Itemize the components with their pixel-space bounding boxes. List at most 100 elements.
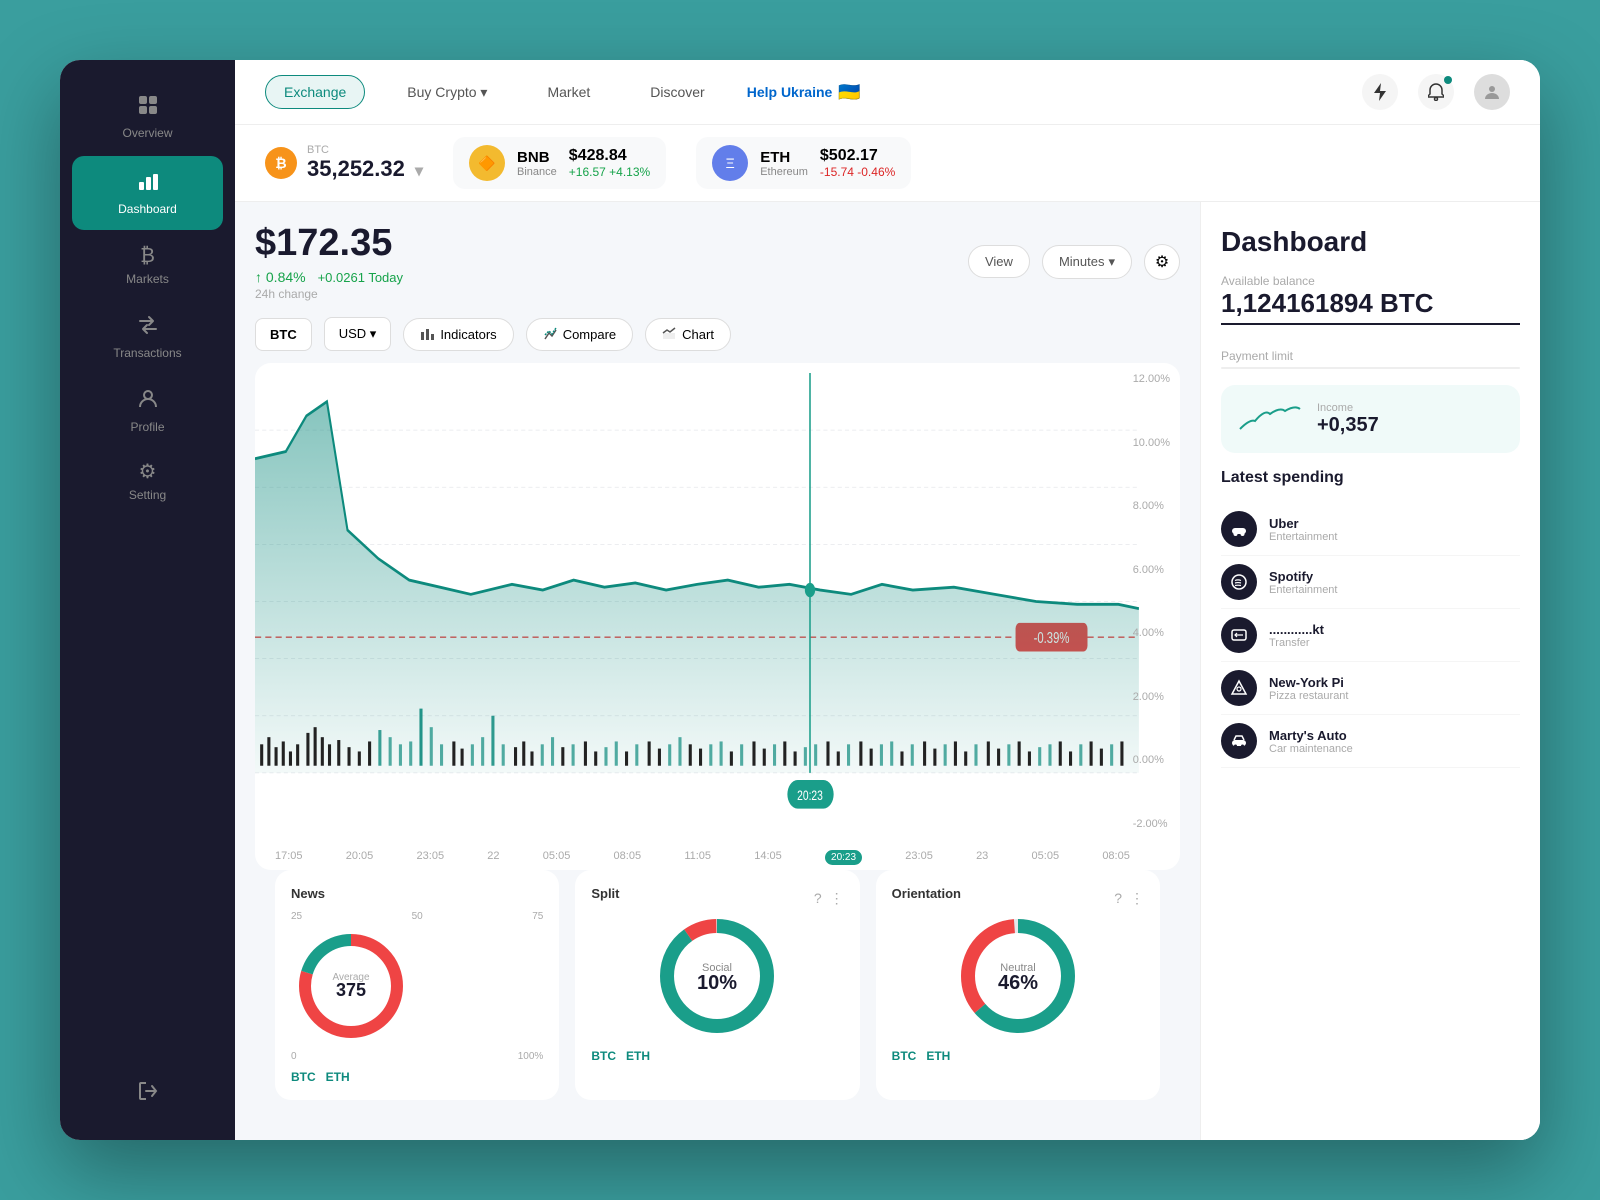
split-legend: BTC ETH <box>591 1049 843 1063</box>
transactions-icon <box>137 314 159 340</box>
uber-category: Entertainment <box>1269 531 1337 543</box>
sidebar-item-markets[interactable]: ₿ Markets <box>60 232 235 300</box>
chart-svg: -0.39% <box>255 373 1180 830</box>
notification-button[interactable] <box>1418 74 1454 110</box>
bnb-sub: Binance <box>517 166 557 178</box>
currency-select[interactable]: USD ▾ <box>324 317 392 351</box>
change-pct: ↑ 0.84% <box>255 269 306 285</box>
sidebar-label-markets: Markets <box>126 272 169 286</box>
sidebar-label-overview: Overview <box>122 126 172 140</box>
split-title: Split <box>591 886 619 901</box>
chart-canvas: 12.00% 10.00% 8.00% 6.00% 4.00% 2.00% 0.… <box>255 363 1180 870</box>
orientation-legend: BTC ETH <box>892 1049 1144 1063</box>
bnb-logo: 🔶 <box>469 145 505 181</box>
spending-list: Uber Entertainment Spotify <box>1221 503 1520 768</box>
split-menu-button[interactable]: ⋮ <box>830 890 844 907</box>
split-info-button[interactable]: ? <box>814 890 822 907</box>
sidebar-item-setting[interactable]: ⚙ Setting <box>60 448 235 516</box>
svg-text:46%: 46% <box>998 972 1038 994</box>
nav-tab-exchange[interactable]: Exchange <box>265 75 365 109</box>
indicators-button[interactable]: Indicators <box>403 318 513 351</box>
nav-tab-market[interactable]: Market <box>529 76 608 108</box>
pizza-category: Pizza restaurant <box>1269 690 1348 702</box>
compare-icon <box>543 327 557 341</box>
bnb-name: BNB <box>517 149 557 166</box>
sidebar-item-transactions[interactable]: Transactions <box>60 300 235 374</box>
auto-category: Car maintenance <box>1269 743 1353 755</box>
balance-label: Available balance <box>1221 274 1520 288</box>
view-button[interactable]: View <box>968 245 1030 278</box>
top-nav: Exchange Buy Crypto ▾ Market Discover He… <box>235 60 1540 125</box>
change-today: +0.0261 Today <box>318 270 403 285</box>
balance-value: 1,124161894 BTC <box>1221 288 1520 325</box>
income-card: Income +0,357 <box>1221 385 1520 453</box>
change-label: 24h change <box>255 287 403 301</box>
sidebar-item-overview[interactable]: Overview <box>60 80 235 154</box>
chart-price: $172.35 <box>255 222 403 265</box>
grid-icon <box>137 94 159 120</box>
spending-title: Latest spending <box>1221 469 1520 487</box>
btc-logo: ₿ <box>265 147 297 179</box>
transfer-category: Transfer <box>1269 637 1324 649</box>
news-widget: News 25 50 75 <box>275 870 559 1100</box>
chart-settings-button[interactable]: ⚙ <box>1144 244 1180 280</box>
btc-price-value: 35,252.32 ▾ <box>307 156 423 182</box>
split-widget: Split ? ⋮ Social <box>575 870 859 1100</box>
svg-text:20:23: 20:23 <box>797 787 823 803</box>
sidebar-item-logout[interactable] <box>137 1066 159 1120</box>
orientation-menu-button[interactable]: ⋮ <box>1130 890 1144 907</box>
nav-left: Exchange Buy Crypto ▾ Market Discover He… <box>265 75 861 109</box>
dashboard-icon <box>137 170 159 196</box>
chart-y-labels: 12.00% 10.00% 8.00% 6.00% 4.00% 2.00% 0.… <box>1133 363 1170 840</box>
sidebar-item-dashboard[interactable]: Dashboard <box>72 156 223 230</box>
nav-tab-discover[interactable]: Discover <box>632 76 722 108</box>
lightning-button[interactable] <box>1362 74 1398 110</box>
avatar-button[interactable] <box>1474 74 1510 110</box>
price-meta: ↑ 0.84% +0.0261 Today <box>255 269 403 285</box>
pizza-icon <box>1221 670 1257 706</box>
orientation-widget: Orientation ? ⋮ Neutral <box>876 870 1160 1100</box>
pair-select[interactable]: BTC <box>255 318 312 351</box>
pizza-name: New-York Pi <box>1269 675 1348 690</box>
eth-change: -15.74 -0.46% <box>820 165 895 179</box>
sidebar-item-profile[interactable]: Profile <box>60 374 235 448</box>
chart-icon <box>662 327 676 341</box>
eth-logo: Ξ <box>712 145 748 181</box>
spending-item-uber: Uber Entertainment <box>1221 503 1520 556</box>
transfer-icon <box>1221 617 1257 653</box>
sidebar: Overview Dashboard ₿ Markets <box>60 60 235 1140</box>
nav-tab-buy-crypto[interactable]: Buy Crypto ▾ <box>389 76 505 109</box>
dashboard-title: Dashboard <box>1221 226 1520 258</box>
profile-icon <box>137 388 159 414</box>
ticker-bar: ₿ BTC 35,252.32 ▾ 🔶 BNB Binance $428.84 <box>235 125 1540 202</box>
auto-name: Marty's Auto <box>1269 728 1353 743</box>
chart-type-button[interactable]: Chart <box>645 318 731 351</box>
spotify-icon <box>1221 564 1257 600</box>
income-mini-chart <box>1235 399 1305 439</box>
spending-item-transfer: ............kt Transfer <box>1221 609 1520 662</box>
indicators-icon <box>420 327 434 341</box>
spotify-name: Spotify <box>1269 569 1337 584</box>
bnb-ticker[interactable]: 🔶 BNB Binance $428.84 +16.57 +4.13% <box>453 137 666 189</box>
chart-header: $172.35 ↑ 0.84% +0.0261 Today 24h change… <box>255 222 1180 301</box>
income-label: Income <box>1317 402 1379 414</box>
body-area: $172.35 ↑ 0.84% +0.0261 Today 24h change… <box>235 202 1540 1140</box>
bitcoin-icon: ₿ <box>140 246 155 266</box>
orientation-info-button[interactable]: ? <box>1114 890 1122 907</box>
app-container: Overview Dashboard ₿ Markets <box>60 60 1540 1140</box>
eth-ticker[interactable]: Ξ ETH Ethereum $502.17 -15.74 -0.46% <box>696 137 911 189</box>
chart-section: $172.35 ↑ 0.84% +0.0261 Today 24h change… <box>235 202 1200 1140</box>
chart-toolbar: BTC USD ▾ Indicators <box>255 317 1180 351</box>
spending-item-pizza: New-York Pi Pizza restaurant <box>1221 662 1520 715</box>
spending-item-spotify: Spotify Entertainment <box>1221 556 1520 609</box>
right-panel: Dashboard Available balance 1,124161894 … <box>1200 202 1540 1140</box>
chart-x-labels: 17:05 20:05 23:05 22 05:05 08:05 11:05 1… <box>275 850 1130 865</box>
compare-button[interactable]: Compare <box>526 318 633 351</box>
setting-icon: ⚙ <box>139 462 157 482</box>
minutes-button[interactable]: Minutes ▾ <box>1042 245 1132 279</box>
bnb-change: +16.57 +4.13% <box>569 165 650 179</box>
bottom-widgets: News 25 50 75 <box>255 870 1180 1120</box>
help-ukraine-link[interactable]: Help Ukraine 🇺🇦 <box>747 82 861 103</box>
svg-text:10%: 10% <box>697 972 737 994</box>
bnb-price: $428.84 <box>569 147 650 165</box>
